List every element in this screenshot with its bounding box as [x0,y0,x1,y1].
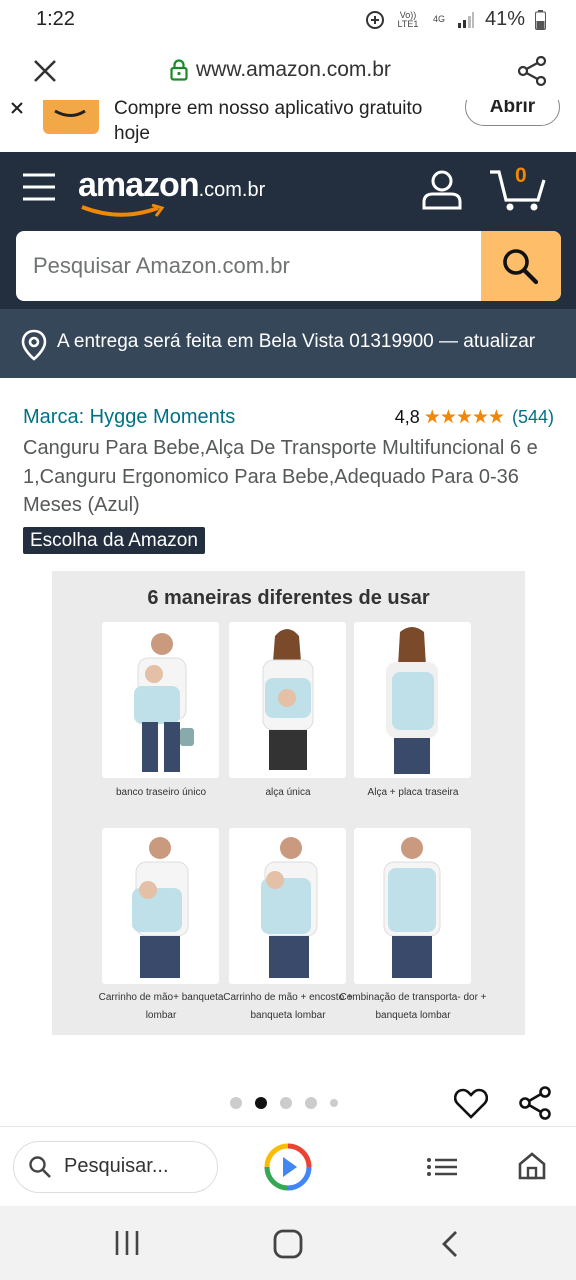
usage-photo-1 [102,622,219,778]
search-icon [29,1156,51,1178]
amazon-logo-text: amazon [78,166,200,204]
amazon-logo[interactable]: amazon.com.br [78,166,266,217]
close-icon[interactable] [33,59,57,83]
google-play-icon[interactable] [263,1142,313,1192]
hamburger-icon[interactable] [22,172,56,202]
recent-apps-icon[interactable] [114,1230,140,1256]
usage-photo-3 [354,622,471,778]
carousel-dot[interactable] [230,1097,242,1109]
back-icon[interactable] [441,1230,459,1258]
status-time: 1:22 [36,8,75,30]
brand-link[interactable]: Marca: Hygge Moments [23,406,235,429]
browser-url-bar: www.amazon.com.br [0,42,576,100]
product-title: Canguru Para Bebe,Alça De Transporte Mul… [23,437,538,516]
rating-summary[interactable]: 4,8 ★★★★★ (544) [395,406,554,429]
home-button-icon[interactable] [273,1229,303,1259]
amazon-logo-suffix: .com.br [198,179,266,201]
account-icon[interactable] [421,168,463,210]
carousel-dot[interactable] [280,1097,292,1109]
rating-stars: ★★★★★ [423,407,505,428]
usage-photo-5 [229,828,346,984]
carousel-dot[interactable] [330,1099,338,1107]
url-text: www.amazon.com.br [196,58,391,81]
android-nav-bar [0,1206,576,1280]
heart-icon[interactable] [454,1087,488,1119]
browser-bottom-toolbar: Pesquisar... [0,1126,576,1206]
location-pin-icon [21,329,47,361]
amazon-header: amazon.com.br 0 Pesquisar Amazon.com.br [0,152,576,309]
rating-count: (544) [511,407,554,427]
open-app-button[interactable]: Abrir [465,100,560,126]
lock-icon [170,59,188,81]
usage-photo-6 [354,828,471,984]
status-bar: 1:22 Vo)) LTE1 4G 41% [0,0,576,42]
cart-button[interactable]: 0 [488,164,548,214]
image-headline: 6 maneiras diferentes de usar [147,587,430,609]
search-bar[interactable]: Pesquisar Amazon.com.br [16,231,561,301]
app-banner-text: Compre em nosso aplicativo gratuito hoje [114,100,423,144]
carousel-dot-active[interactable] [255,1097,267,1109]
signal-icon [457,11,474,28]
battery-percent: 41% [484,8,525,30]
rating-value: 4,8 [394,407,420,427]
carousel-dot[interactable] [305,1097,317,1109]
carousel-dots [230,1097,338,1109]
cart-count: 0 [515,164,527,187]
usage-photo-2 [229,622,346,778]
search-icon [503,249,539,285]
app-banner: Compre em nosso aplicativo gratuito hoje… [0,100,576,152]
status-icons: Vo)) LTE1 4G 41% [365,8,546,31]
network-4g-label: 4G [432,14,445,24]
product-image[interactable]: 6 maneiras diferentes de usar banco tras… [52,571,525,1035]
browser-search-label: Pesquisar... [64,1155,169,1177]
share-icon[interactable] [516,55,548,87]
delivery-location-bar[interactable]: A entrega será feita em Bela Vista 01319… [0,309,576,378]
usage-caption-6: Combinação de transporta- dor + banqueta… [339,992,487,1021]
amazon-choice-badge: Escolha da Amazon [23,527,205,554]
list-icon[interactable] [426,1157,458,1177]
usage-caption-3: Alça + placa traseira [367,787,459,798]
network-volte-label: Vo)) LTE1 [397,9,419,29]
search-input[interactable]: Pesquisar Amazon.com.br [33,253,290,279]
product-share-icon[interactable] [518,1085,552,1121]
amazon-app-logo [43,100,99,134]
home-icon[interactable] [517,1151,547,1181]
url-display[interactable]: www.amazon.com.br [170,58,391,82]
amazon-smile-icon [81,204,165,217]
delivery-text: A entrega será feita em Bela Vista 01319… [57,331,536,352]
usage-photo-4 [102,828,219,984]
smile-icon [54,109,86,117]
banner-close-icon[interactable] [11,102,23,114]
battery-icon [535,9,546,30]
data-saver-icon [365,10,384,29]
search-button[interactable] [481,231,561,301]
browser-search-pill[interactable]: Pesquisar... [13,1141,218,1193]
